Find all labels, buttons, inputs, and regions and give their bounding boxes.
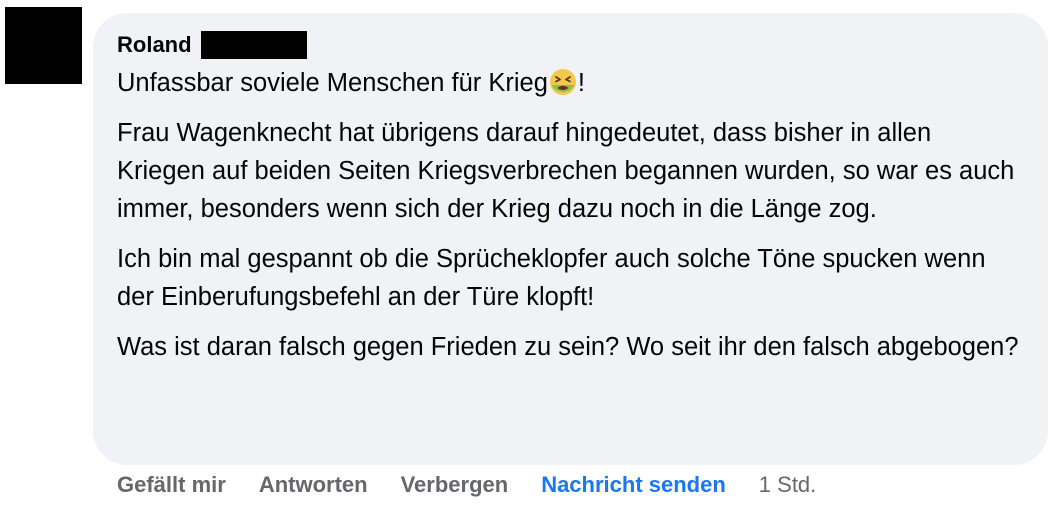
hide-button[interactable]: Verbergen [401,472,509,498]
avatar[interactable] [5,7,82,84]
comment-paragraph-1: Unfassbar soviele Menschen für Krieg ! [117,64,1024,102]
comment-text: Unfassbar soviele Menschen für Krieg ! F… [117,64,1024,366]
send-message-button[interactable]: Nachricht senden [541,472,726,498]
timestamp[interactable]: 1 Std. [759,472,816,498]
paragraph-1-exclamation: ! [577,69,585,97]
paragraph-1-text: Unfassbar soviele Menschen für Krieg [117,69,548,97]
comment-bubble: Roland Unfassbar soviele Menschen für Kr… [93,13,1048,465]
author-row: Roland [117,30,1024,60]
comment-paragraph-2: Frau Wagenknecht hat übrigens darauf hin… [117,119,1015,223]
redacted-surname [200,31,307,59]
comment-paragraph-3: Ich bin mal gespannt ob die Sprücheklopf… [117,245,986,311]
like-button[interactable]: Gefällt mir [117,472,226,498]
reply-button[interactable]: Antworten [259,472,368,498]
nauseated-face-icon [549,69,576,95]
author-name[interactable]: Roland [117,32,192,58]
comment-actions: Gefällt mir Antworten Verbergen Nachrich… [117,470,816,500]
comment-paragraph-4: Was ist daran falsch gegen Frieden zu se… [117,333,1019,361]
